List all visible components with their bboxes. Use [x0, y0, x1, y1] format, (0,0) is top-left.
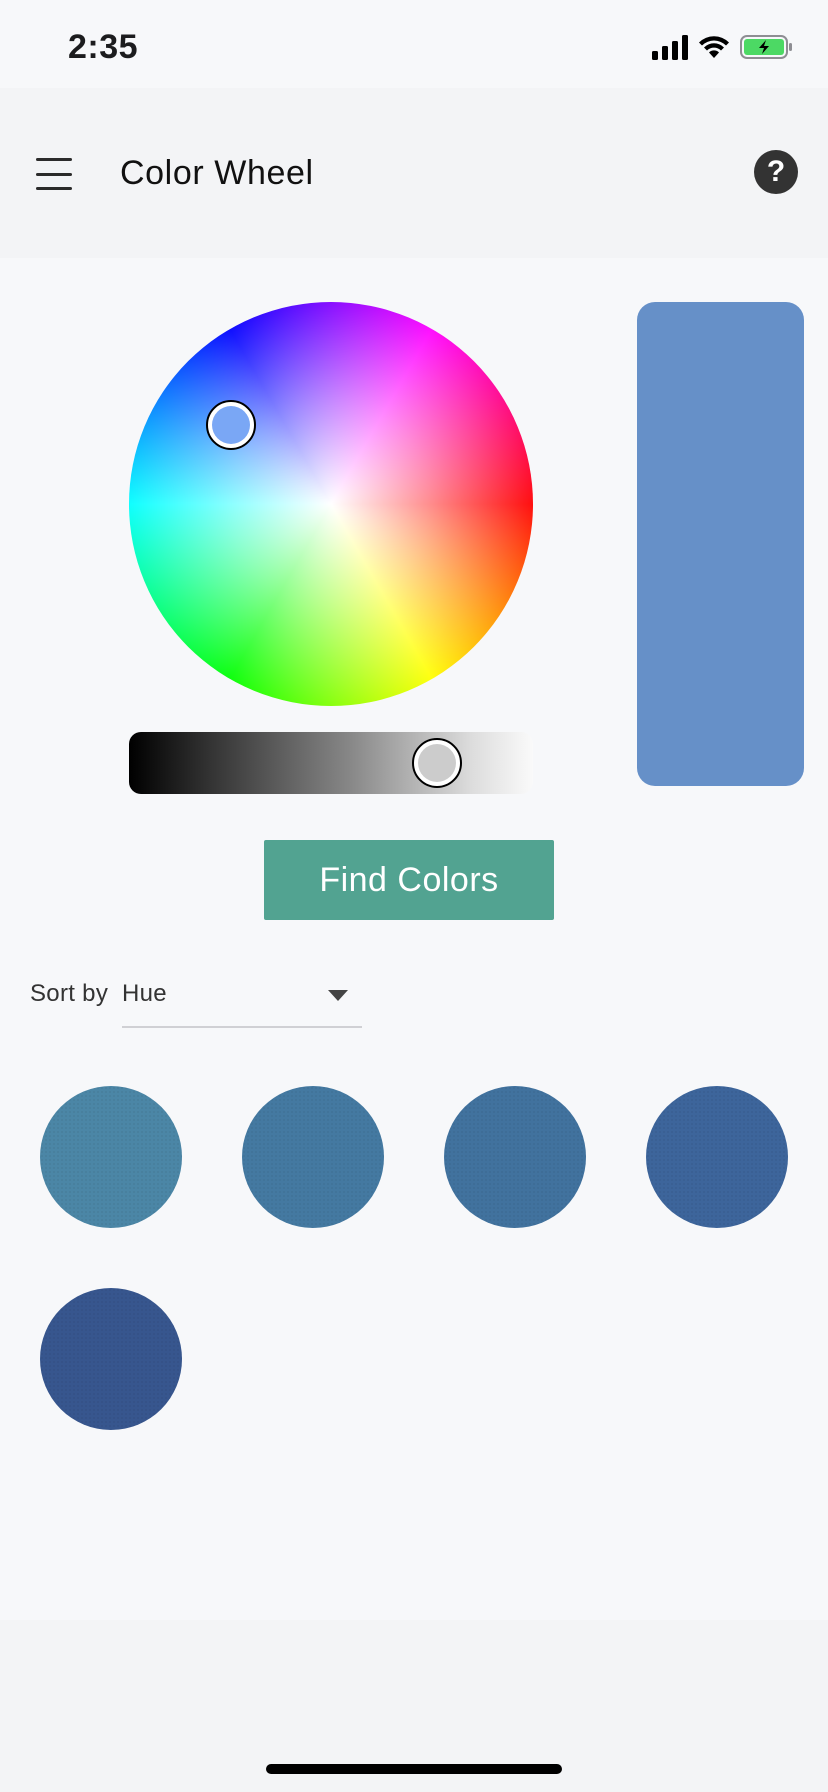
- sort-label: Sort by: [30, 980, 109, 1007]
- selected-color-preview: [637, 302, 804, 786]
- color-wheel-handle[interactable]: [206, 400, 256, 450]
- color-swatch[interactable]: [242, 1086, 384, 1228]
- cellular-signal-icon: [652, 34, 688, 60]
- hamburger-menu-icon[interactable]: [30, 150, 78, 198]
- selected-color-dot: [212, 406, 250, 444]
- brightness-slider[interactable]: [129, 732, 533, 794]
- home-indicator[interactable]: [266, 1764, 562, 1774]
- status-icons: [652, 34, 794, 60]
- color-swatch[interactable]: [40, 1086, 182, 1228]
- battery-charging-icon: [740, 35, 792, 59]
- help-icon[interactable]: ?: [754, 150, 798, 194]
- page-title: Color Wheel: [120, 154, 314, 192]
- chevron-down-icon: [328, 990, 348, 1001]
- status-time: 2:35: [68, 28, 139, 66]
- find-colors-button[interactable]: Find Colors: [264, 840, 554, 920]
- color-swatch[interactable]: [444, 1086, 586, 1228]
- brightness-thumb-dot: [418, 744, 457, 782]
- color-swatch[interactable]: [40, 1288, 182, 1430]
- sort-dropdown[interactable]: Hue: [122, 972, 362, 1028]
- brightness-slider-thumb[interactable]: [412, 738, 463, 788]
- sort-control: Sort by Hue: [30, 972, 370, 1028]
- app-header: Color Wheel ?: [0, 88, 828, 258]
- sort-selected-value: Hue: [122, 980, 167, 1007]
- color-wheel-screen: 2:35 Color Wheel ? Find Colors Sort by H…: [0, 0, 828, 1792]
- wifi-icon: [699, 36, 729, 58]
- color-swatch[interactable]: [646, 1086, 788, 1228]
- status-bar: 2:35: [0, 0, 828, 88]
- color-wheel[interactable]: [129, 302, 533, 706]
